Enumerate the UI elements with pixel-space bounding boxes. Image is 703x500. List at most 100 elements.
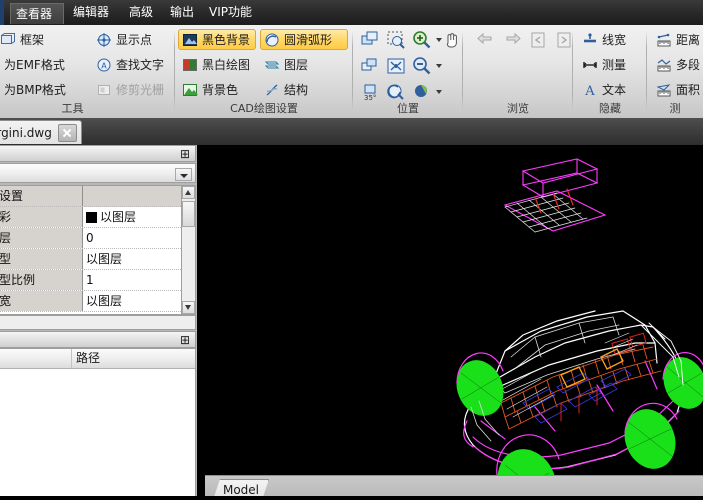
ribbon-button-background-color[interactable]: 背景色 — [178, 79, 248, 100]
table-row[interactable]: 彩 以图层 — [0, 207, 195, 228]
tile-windows-icon[interactable] — [359, 29, 381, 51]
measure-icon — [582, 57, 598, 73]
ribbon-button-structure-label: 结构 — [284, 82, 309, 97]
pin-icon[interactable]: ⊞ — [179, 334, 191, 347]
property-value: 以图层 — [100, 210, 137, 224]
zoom-in-icon[interactable] — [411, 29, 443, 51]
ribbon-button-find-text-label: 查找文字 — [116, 57, 165, 72]
back-arrow-icon[interactable] — [475, 29, 497, 51]
pin-icon[interactable]: ⊞ — [179, 148, 191, 161]
ribbon-group-browse-label: 浏览 — [507, 102, 529, 115]
property-name: 宽 — [0, 291, 83, 311]
properties-grid: 设置 彩 以图层 层 0 型 以图层 型比例 1 宽 以图层 — [0, 185, 196, 315]
ribbon-button-copy-emf-label: 为EMF格式 — [4, 57, 65, 72]
property-value[interactable]: 0 — [83, 228, 195, 248]
previous-page-icon[interactable] — [527, 29, 549, 51]
ribbon-button-monochrome[interactable]: 黑白绘图 — [178, 54, 256, 75]
black-background-icon — [182, 32, 198, 48]
chevron-down-icon[interactable] — [436, 90, 442, 94]
document-tab-strip: orgini.dwg — [0, 118, 703, 145]
ribbon-button-layers[interactable]: 图层 — [260, 54, 322, 75]
ribbon-button-black-background[interactable]: 黑色背景 — [178, 29, 256, 50]
menu-item-editor[interactable]: 编辑器 — [68, 3, 114, 22]
object-selector-combobox[interactable] — [0, 163, 196, 183]
ribbon-button-black-background-label: 黑色背景 — [202, 32, 251, 47]
forward-arrow-icon[interactable] — [501, 29, 523, 51]
color-swatch — [86, 211, 97, 223]
svg-text:A: A — [101, 61, 107, 70]
properties-scrollbar-horizontal[interactable] — [0, 315, 196, 330]
ribbon-button-show-point[interactable]: 显示点 — [92, 29, 170, 50]
property-value[interactable]: 以图层 — [83, 249, 195, 269]
property-name: 型比例 — [0, 270, 83, 290]
property-name: 设置 — [0, 186, 83, 206]
window-bottom-edge — [0, 496, 703, 500]
ribbon-button-wireframe-label: 框架 — [20, 32, 45, 47]
ribbon-button-polyline-measure-label: 多段 — [676, 57, 701, 72]
ribbon-button-measure[interactable]: 测量 — [578, 54, 642, 75]
ribbon-group-tools-label: 工具 — [61, 102, 84, 115]
text-icon: A — [582, 82, 598, 99]
drawing-canvas[interactable] — [205, 145, 703, 475]
ribbon-button-area[interactable]: 面积 — [652, 79, 703, 100]
ribbon-button-background-color-label: 背景色 — [202, 82, 239, 97]
property-value-cell[interactable]: 以图层 — [83, 207, 195, 227]
ribbon-group-hide: 线宽 测量 A 文本 隐藏 — [573, 25, 647, 118]
dock-splitter[interactable] — [197, 145, 205, 500]
ribbon-button-area-label: 面积 — [676, 82, 701, 97]
chevron-down-icon[interactable] — [175, 168, 192, 181]
ribbon-button-distance[interactable]: 距离 — [652, 29, 703, 50]
pan-hand-icon[interactable] — [441, 29, 463, 51]
menu-item-advanced[interactable]: 高级 — [124, 3, 158, 22]
document-tab-label: orgini.dwg — [0, 125, 52, 140]
ribbon-button-find-text[interactable]: A 查找文字 — [92, 54, 176, 75]
zoom-out-icon[interactable] — [411, 55, 443, 77]
lineweight-icon — [582, 32, 598, 48]
monochrome-icon — [182, 57, 198, 73]
wireframe-car-model — [205, 145, 703, 475]
trim-raster-icon — [96, 82, 112, 98]
column-header-spacer — [0, 349, 72, 368]
ribbon-toolbar: 框架 为EMF格式 为BMP格式 显示点 A 查找文字 修剪光栅 工具 黑色背景… — [0, 25, 703, 119]
table-row[interactable]: 型 以图层 — [0, 249, 195, 270]
structure-icon — [264, 82, 280, 98]
ribbon-button-polyline-measure[interactable]: 多段 — [652, 54, 703, 75]
property-value[interactable]: 1 — [83, 270, 195, 290]
menu-item-vip[interactable]: VIP功能 — [204, 3, 257, 22]
zoom-window-icon[interactable] — [385, 29, 407, 51]
menu-item-output[interactable]: 输出 — [165, 3, 199, 22]
chevron-down-icon[interactable] — [436, 64, 442, 68]
property-value — [83, 186, 195, 206]
properties-panel-title-bar: ⊞ — [0, 145, 196, 162]
table-row[interactable]: 宽 以图层 — [0, 291, 195, 312]
scroll-down-button[interactable] — [182, 301, 195, 314]
ribbon-button-text[interactable]: A 文本 — [578, 79, 642, 100]
distance-icon — [656, 32, 672, 48]
layers-icon — [264, 57, 280, 73]
ribbon-button-smooth-arc[interactable]: 圆滑弧形 — [260, 29, 348, 50]
menu-item-viewer[interactable]: 查看器 — [10, 3, 64, 24]
wireframe-icon — [0, 32, 16, 48]
ribbon-button-copy-bmp[interactable]: 为BMP格式 — [0, 79, 88, 100]
ribbon-button-layers-label: 图层 — [284, 57, 309, 72]
polyline-measure-icon — [656, 57, 672, 73]
ribbon-group-tools: 框架 为EMF格式 为BMP格式 显示点 A 查找文字 修剪光栅 工具 — [0, 25, 175, 118]
ribbon-button-copy-emf[interactable]: 为EMF格式 — [0, 54, 88, 75]
menu-accent-stripe — [0, 0, 4, 25]
zoom-extents-icon[interactable] — [385, 55, 407, 77]
ribbon-button-lineweight[interactable]: 线宽 — [578, 29, 642, 50]
ribbon-button-wireframe[interactable]: 框架 — [0, 29, 88, 50]
cascade-windows-icon[interactable] — [359, 55, 381, 77]
properties-scrollbar-vertical[interactable] — [181, 185, 196, 315]
ribbon-group-hide-label: 隐藏 — [599, 102, 621, 115]
table-row[interactable]: 层 0 — [0, 228, 195, 249]
ribbon-button-structure[interactable]: 结构 — [260, 79, 322, 100]
ribbon-button-trim-raster[interactable]: 修剪光栅 — [92, 79, 176, 100]
scroll-up-button[interactable] — [182, 186, 195, 199]
scrollbar-thumb[interactable] — [182, 201, 195, 227]
menu-bar: 查看器 编辑器 高级 输出 VIP功能 — [0, 0, 703, 26]
document-tab[interactable]: orgini.dwg — [0, 120, 82, 144]
close-icon[interactable] — [57, 123, 77, 142]
table-row[interactable]: 型比例 1 — [0, 270, 195, 291]
property-value[interactable]: 以图层 — [83, 291, 195, 311]
